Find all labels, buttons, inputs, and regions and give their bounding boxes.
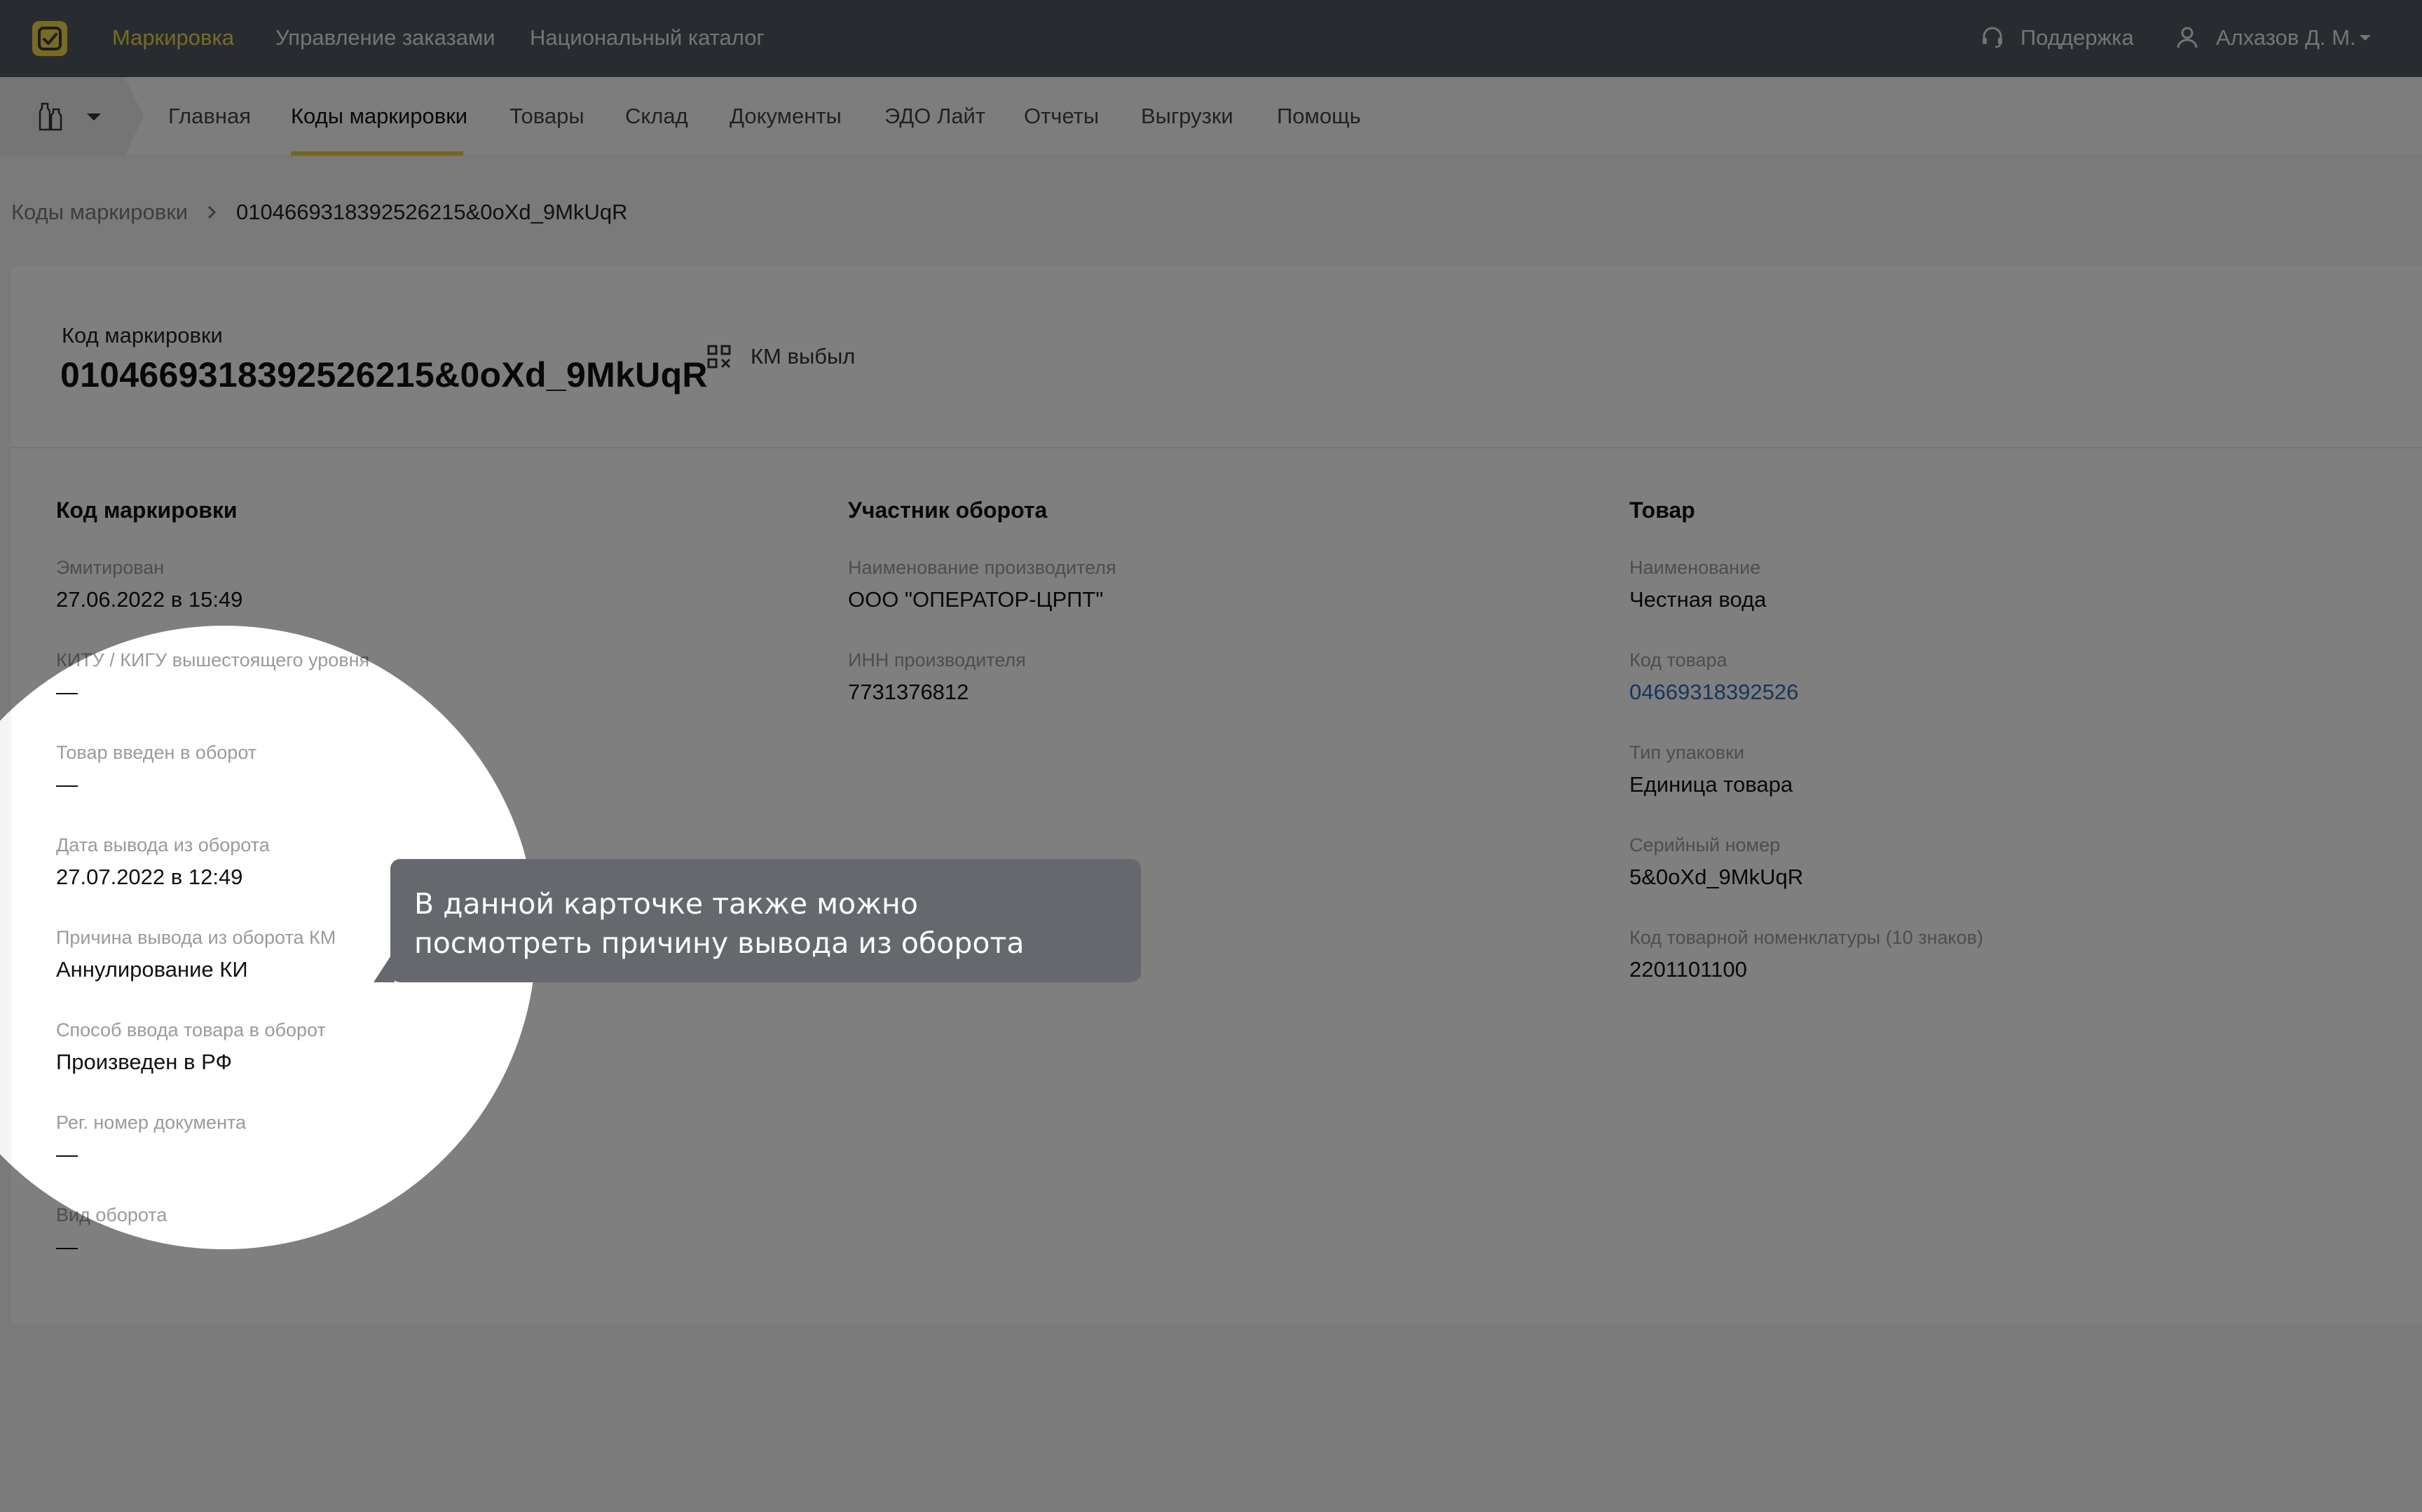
code-card xyxy=(11,266,2422,1324)
field-value-introduced: — xyxy=(56,772,78,797)
field-label: КИТУ / КИГУ вышестоящего уровня xyxy=(56,650,370,671)
tab-reports[interactable]: Отчеты xyxy=(1024,102,1099,130)
active-tab-indicator xyxy=(291,151,463,156)
tooltip-line-2: посмотреть причину вывода из оборота xyxy=(414,926,1025,960)
status-badge: КМ выбыл xyxy=(751,344,856,369)
field-value-package-type: Единица товара xyxy=(1629,772,1793,797)
field-value-tnved: 2201101100 xyxy=(1629,957,1747,982)
tab-help[interactable]: Помощь xyxy=(1277,102,1361,130)
top-nav-markirovka[interactable]: Маркировка xyxy=(112,24,234,52)
field-label: Дата вывода из оборота xyxy=(56,834,270,855)
chevron-right-icon xyxy=(207,205,217,219)
field-label: Код товарной номенклатуры (10 знаков) xyxy=(1629,927,1983,948)
field-label: Товар введен в оборот xyxy=(56,742,257,763)
field-value-parent-code: — xyxy=(56,680,78,704)
product-code-link[interactable]: 04669318392526 xyxy=(1629,678,1798,706)
field-label: Тип упаковки xyxy=(1629,742,1745,763)
chevron-down-icon xyxy=(87,114,101,121)
breadcrumb-current: 0104669318392526215&0oXd_9MkUqR xyxy=(236,200,628,224)
support-link[interactable]: Поддержка xyxy=(2020,24,2134,52)
headset-icon xyxy=(1983,27,2002,48)
qr-code-icon xyxy=(707,345,731,369)
app-logo[interactable] xyxy=(32,21,67,56)
field-value-serial: 5&0oXd_9MkUqR xyxy=(1629,865,1804,889)
tab-exports[interactable]: Выгрузки xyxy=(1141,102,1233,130)
field-label: Эмитирован xyxy=(56,557,165,578)
field-label: Наименование xyxy=(1629,557,1761,578)
field-value-withdrawal-date: 27.07.2022 в 12:49 xyxy=(56,865,243,889)
tab-documents[interactable]: Документы xyxy=(730,102,842,130)
field-value-turnover-type: — xyxy=(56,1235,78,1259)
section-title-participant: Участник оборота xyxy=(848,497,1048,523)
tab-goods[interactable]: Товары xyxy=(509,102,584,130)
chevron-down-icon[interactable] xyxy=(2359,34,2372,42)
page-title: 0104669318392526215&0oXd_9MkUqR xyxy=(60,355,708,394)
top-nav-orders[interactable]: Управление заказами xyxy=(275,24,495,52)
tooltip-line-1: В данной карточке также можно xyxy=(414,887,918,921)
field-label: Рег. номер документа xyxy=(56,1112,247,1133)
field-label: Наименование производителя xyxy=(848,557,1116,578)
field-label: Код товара xyxy=(1629,650,1727,671)
breadcrumb-parent[interactable]: Коды маркировки xyxy=(11,198,188,226)
field-label: Способ ввода товара в оборот xyxy=(56,1019,326,1040)
section-nav: Главная Коды маркировки Товары Склад Док… xyxy=(0,77,2422,157)
field-label: ИНН производителя xyxy=(848,650,1026,671)
tab-marking-codes[interactable]: Коды маркировки xyxy=(291,102,467,130)
field-value-intro-method: Произведен в РФ xyxy=(56,1050,233,1074)
section-title-code: Код маркировки xyxy=(56,497,238,523)
field-label: Серийный номер xyxy=(1629,834,1781,855)
user-icon xyxy=(2177,27,2198,48)
user-menu[interactable]: Алхазов Д. М. xyxy=(2216,24,2356,52)
code-caption: Код маркировки xyxy=(62,323,223,348)
tab-edo-lite[interactable]: ЭДО Лайт xyxy=(884,102,985,130)
logo-icon xyxy=(32,21,67,56)
field-value-inn: 7731376812 xyxy=(848,680,969,704)
field-label: Причина вывода из оборота КМ xyxy=(56,927,336,948)
tab-warehouse[interactable]: Склад xyxy=(625,102,688,130)
field-value-product-name: Честная вода xyxy=(1629,587,1767,612)
hint-tooltip: В данной карточке также можно посмотреть… xyxy=(390,859,1141,982)
page: Маркировка Управление заказами Националь… xyxy=(0,0,2422,1512)
field-value-doc-number: — xyxy=(56,1142,78,1167)
field-value-emitted: 27.06.2022 в 15:49 xyxy=(56,587,243,612)
top-bar: Маркировка Управление заказами Националь… xyxy=(0,0,2422,77)
field-value-withdrawal-reason: Аннулирование КИ xyxy=(56,957,248,982)
field-value-manufacturer: ООО "ОПЕРАТОР-ЦРПТ" xyxy=(848,587,1104,612)
section-title-product: Товар xyxy=(1629,497,1695,523)
bottles-icon xyxy=(39,102,62,131)
top-nav-catalog[interactable]: Национальный каталог xyxy=(530,24,765,52)
field-label: Вид оборота xyxy=(56,1204,167,1225)
card-divider xyxy=(11,447,2422,448)
product-group-switcher-bg xyxy=(0,77,144,156)
product-group-switcher[interactable] xyxy=(0,77,144,156)
tab-home[interactable]: Главная xyxy=(168,102,251,130)
